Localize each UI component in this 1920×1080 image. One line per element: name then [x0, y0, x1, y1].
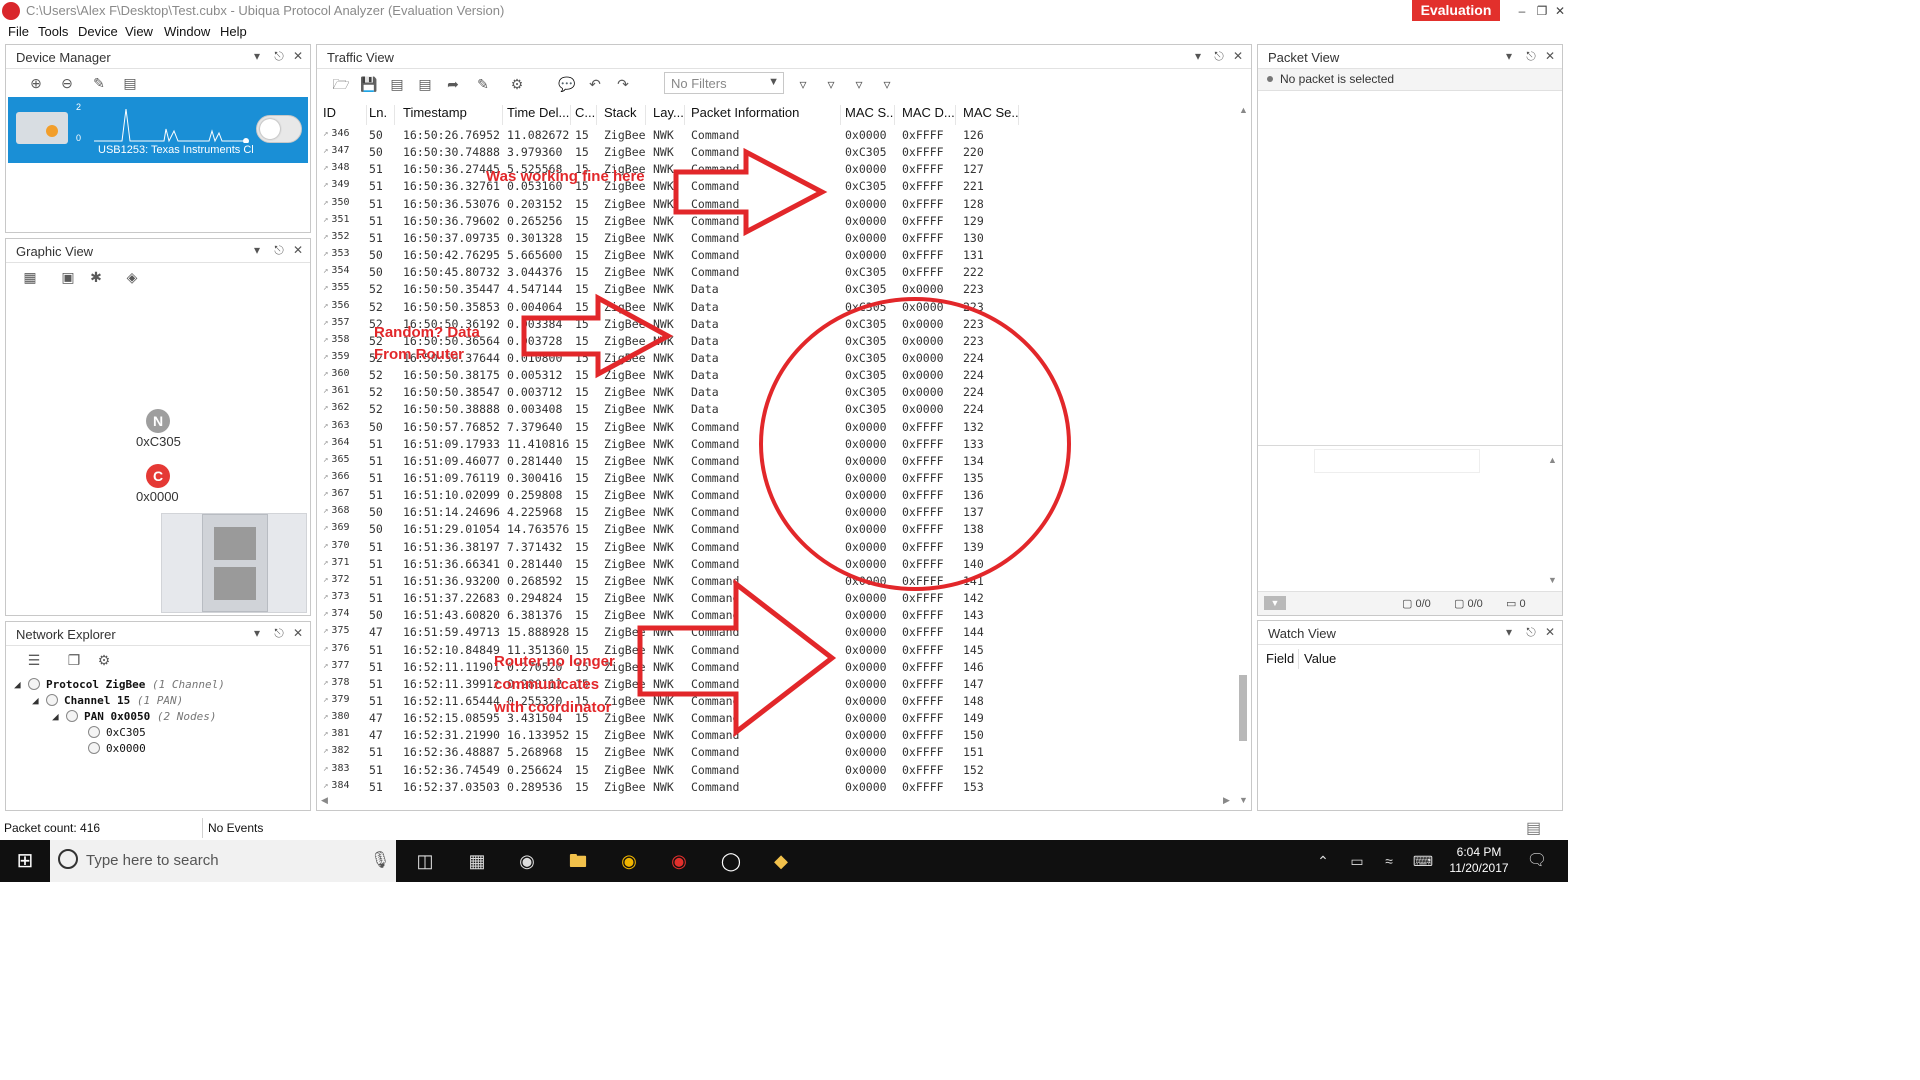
wifi-icon[interactable]: ≈	[1376, 848, 1402, 874]
ubiqua-taskbar-icon[interactable]: ◉	[666, 848, 692, 874]
dropdown-icon[interactable]: ▾	[1502, 625, 1516, 639]
watch-view-panel: Watch View ▾ ⎋ ✕ Field Value	[1257, 620, 1563, 811]
close-icon[interactable]: ✕	[1543, 49, 1557, 63]
keyboard-icon[interactable]: ⌨	[1410, 848, 1436, 874]
battery-icon[interactable]: ▭	[1344, 848, 1370, 874]
annotation-arrow-middle	[521, 293, 674, 379]
counter-comments-value: 0	[1519, 598, 1526, 610]
packet-empty-message: No packet is selected	[1280, 72, 1395, 86]
packet-view-panel: Packet View ▾ ⎋ ✕ No packet is selected …	[1257, 44, 1563, 616]
status-bar: Packet count: 416 No Events ▤	[0, 816, 1568, 840]
file-explorer-icon[interactable]: 🖿	[565, 848, 591, 874]
close-icon[interactable]: ✕	[1543, 625, 1557, 639]
taskbar-search[interactable]: Type here to search 🎙	[50, 840, 396, 882]
notifications-icon[interactable]: 🗨	[1524, 848, 1550, 874]
annotation-random-data: Random? Data From Router	[374, 324, 480, 363]
counter-frames: ▢ 0/0	[1402, 598, 1431, 610]
panel-title: Watch View	[1268, 626, 1336, 641]
watch-value-header[interactable]: Value	[1304, 651, 1336, 666]
clock-time: 6:04 PM	[1456, 845, 1502, 859]
watch-view-header: Watch View ▾ ⎋ ✕	[1258, 621, 1562, 645]
pin-icon[interactable]: ⎋	[1524, 625, 1538, 639]
counter-pages-value: 0/0	[1467, 598, 1483, 610]
app-taskbar-icon-2[interactable]: ◆	[768, 848, 794, 874]
scroll-down-icon[interactable]: ▼	[1548, 575, 1557, 585]
packet-view-header: Packet View ▾ ⎋ ✕	[1258, 45, 1562, 69]
network-status-icon[interactable]: ▤	[1526, 818, 1541, 838]
counter-pages: ▢ 0/0	[1454, 598, 1483, 610]
groove-music-icon[interactable]: ◉	[514, 848, 540, 874]
annotation-working-fine: Was working fine here	[486, 168, 645, 185]
pin-icon[interactable]: ⎋	[1524, 49, 1538, 63]
panel-title: Packet View	[1268, 50, 1340, 65]
dropdown-icon[interactable]: ▾	[1502, 49, 1516, 63]
packet-footer: ▼ ▢ 0/0 ▢ 0/0 ▭ 0	[1258, 591, 1562, 615]
annotation-arrow-top	[673, 147, 828, 237]
packet-count: Packet count: 416	[4, 821, 101, 835]
calculator-icon[interactable]: ▦	[464, 848, 490, 874]
divider	[1258, 445, 1562, 446]
app-taskbar-icon[interactable]: ◯	[718, 848, 744, 874]
task-view-icon[interactable]: ◫	[412, 848, 438, 874]
clock-date: 11/20/2017	[1449, 861, 1509, 875]
search-icon	[58, 849, 78, 869]
microphone-icon[interactable]: 🎙	[370, 850, 390, 870]
windows-start-icon[interactable]: ⊞	[12, 848, 38, 874]
counter-comments: ▭ 0	[1506, 598, 1526, 610]
divider	[202, 818, 203, 838]
search-placeholder: Type here to search	[86, 852, 219, 869]
app-window: C:\Users\Alex F\Desktop\Test.cubx - Ubiq…	[0, 0, 1568, 882]
chevron-down-icon[interactable]: ▼	[1264, 596, 1286, 610]
counter-frames-value: 0/0	[1415, 598, 1431, 610]
windows-taskbar: ⊞ Type here to search 🎙 ◫ ▦ ◉ 🖿 ◉ ◉ ◯ ◆ …	[0, 840, 1568, 882]
taskbar-clock[interactable]: 6:04 PM 11/20/2017	[1444, 844, 1514, 876]
packet-status-bar: No packet is selected	[1258, 69, 1562, 91]
annotation-circle	[759, 297, 1071, 591]
annotation-router-lost: Router no longer communicates with coord…	[494, 653, 615, 716]
status-dot-icon	[1267, 76, 1273, 82]
chevron-up-icon[interactable]: ⌃	[1310, 848, 1336, 874]
annotation-arrow-bottom	[637, 578, 837, 738]
watch-field-header[interactable]: Field	[1266, 651, 1294, 666]
chrome-icon[interactable]: ◉	[616, 848, 642, 874]
hex-view-area[interactable]	[1314, 449, 1480, 473]
scroll-up-icon[interactable]: ▲	[1548, 455, 1557, 465]
divider	[1298, 649, 1299, 669]
events-status: No Events	[208, 821, 264, 835]
